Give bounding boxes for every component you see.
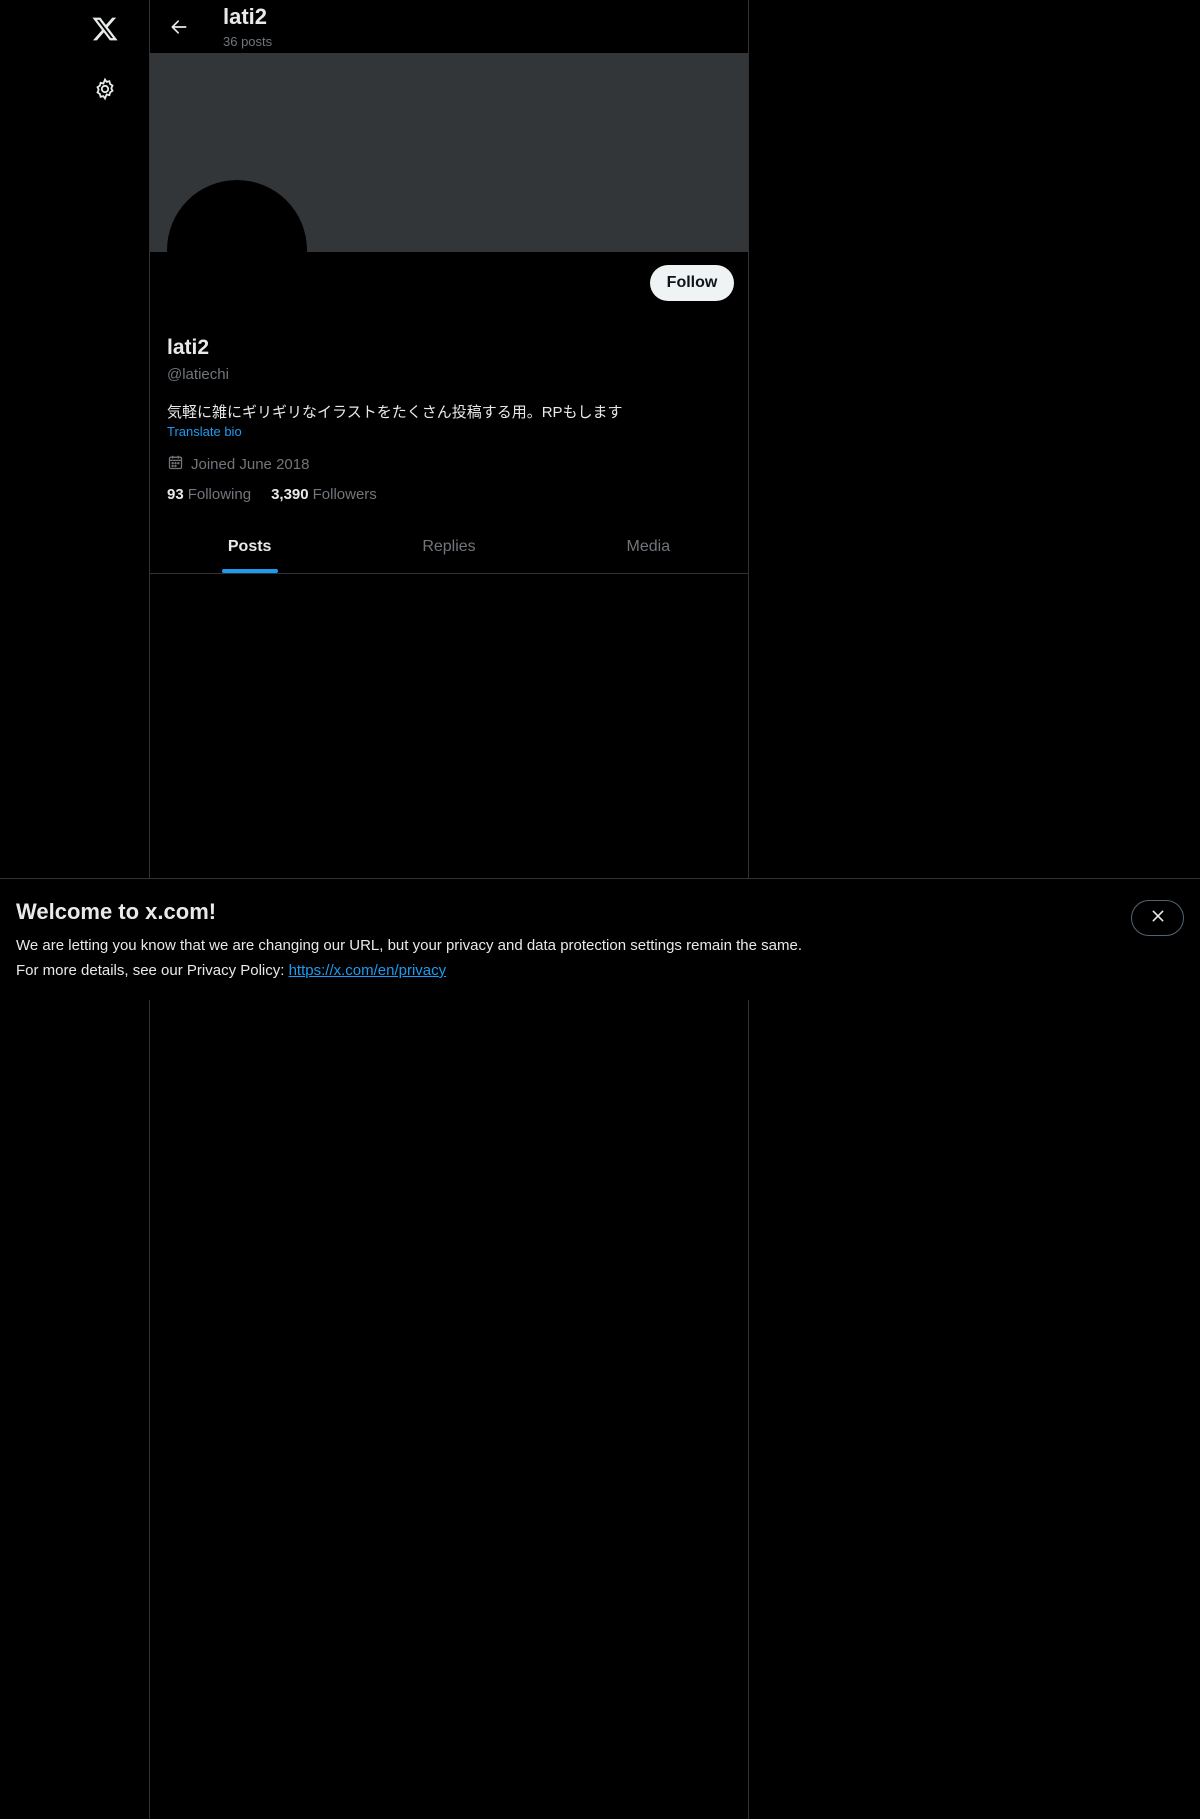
profile-header-bar: lati2 36 posts — [150, 0, 748, 53]
join-date-text: Joined June 2018 — [191, 456, 310, 473]
active-tab-indicator — [221, 569, 278, 573]
following-link[interactable]: 93 Following — [167, 486, 251, 503]
follow-stats: 93 Following 3,390 Followers — [167, 486, 377, 503]
profile-tabs: Posts Replies Media — [150, 520, 748, 574]
welcome-title: Welcome to x.com! — [16, 899, 217, 924]
x-logo-icon[interactable] — [88, 12, 122, 46]
gear-icon[interactable] — [90, 74, 120, 104]
follow-button[interactable]: Follow — [650, 265, 734, 301]
calendar-icon — [167, 454, 184, 475]
header-display-name: lati2 — [223, 4, 268, 29]
followers-label: Followers — [312, 486, 377, 503]
back-arrow-icon[interactable] — [164, 12, 194, 42]
following-count: 93 — [167, 486, 184, 503]
join-date: Joined June 2018 — [167, 454, 309, 475]
tab-media[interactable]: Media — [549, 520, 748, 573]
tab-label: Media — [626, 537, 671, 555]
privacy-message-text: For more details, see our Privacy Policy… — [16, 962, 289, 979]
followers-count: 3,390 — [271, 486, 309, 503]
avatar[interactable] — [167, 180, 307, 320]
header-post-count: 36 posts — [223, 34, 273, 49]
close-icon — [1150, 908, 1166, 929]
user-handle: @latiechi — [167, 366, 229, 383]
following-label: Following — [187, 486, 252, 503]
tab-label: Posts — [227, 537, 272, 555]
tab-label: Replies — [422, 537, 476, 555]
privacy-policy-link[interactable]: https://x.com/en/privacy — [289, 962, 447, 979]
welcome-message: We are letting you know that we are chan… — [16, 937, 802, 954]
followers-link[interactable]: 3,390 Followers — [271, 486, 377, 503]
welcome-banner: Welcome to x.com! We are letting you kno… — [0, 878, 1200, 1000]
display-name: lati2 — [167, 336, 210, 359]
close-banner-button[interactable] — [1131, 900, 1184, 936]
tab-posts[interactable]: Posts — [150, 520, 349, 573]
translate-bio-link[interactable]: Translate bio — [167, 424, 242, 439]
privacy-message: For more details, see our Privacy Policy… — [16, 962, 446, 979]
profile-bio: 気軽に雑にギリギリなイラストをたくさん投稿する用。RPもします — [167, 404, 623, 421]
page: lati2 36 posts Follow lati2 @latiechi 気軽… — [0, 0, 1200, 1819]
tab-replies[interactable]: Replies — [349, 520, 548, 573]
